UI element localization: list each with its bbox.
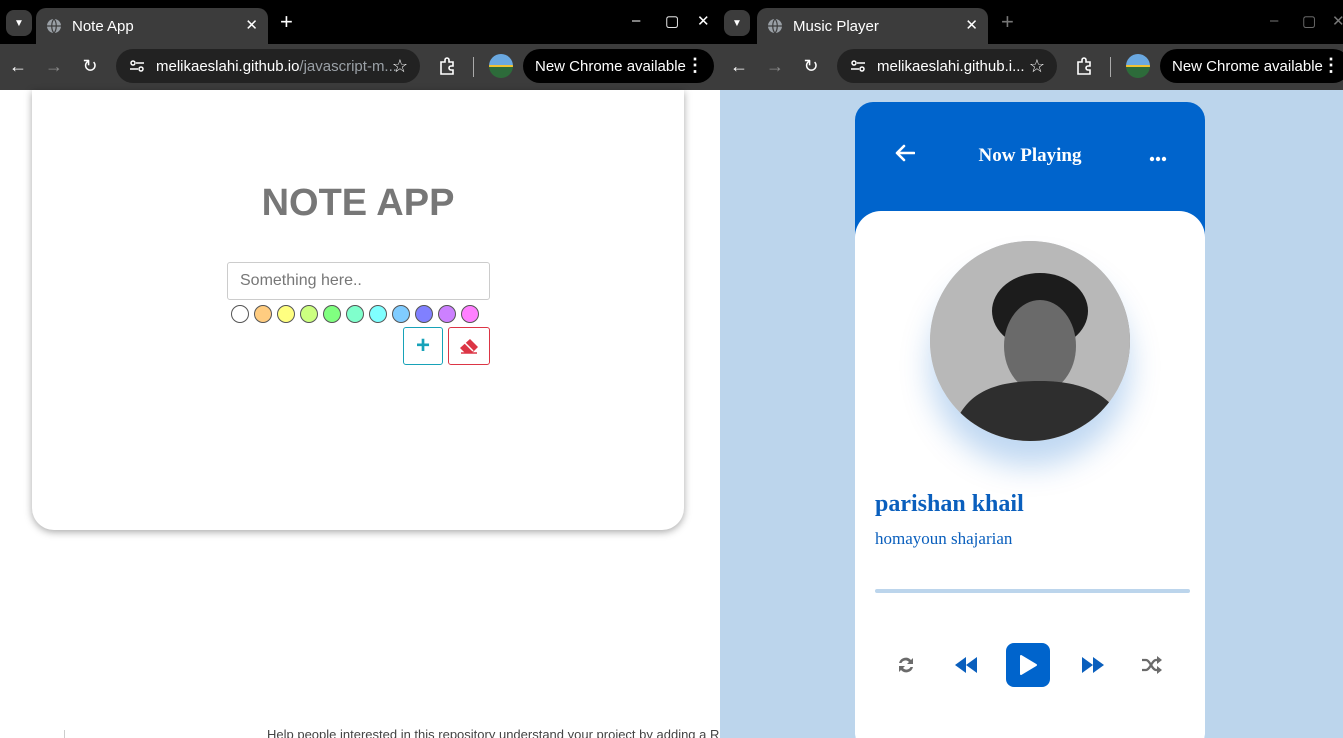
color-swatch-9[interactable] <box>438 305 456 323</box>
background-page-text: Help people interested in this repositor… <box>267 727 720 738</box>
maximize-icon[interactable]: ▢ <box>665 12 679 30</box>
music-player-card: Now Playing parishan khail homayoun shaj… <box>855 102 1205 738</box>
profile-avatar[interactable] <box>1126 54 1150 78</box>
color-swatches <box>231 305 479 323</box>
globe-icon <box>768 18 782 34</box>
maximize-icon[interactable]: ▢ <box>1302 12 1316 30</box>
tab-search-chevron-icon[interactable]: ▼ <box>6 10 32 36</box>
more-menu-icon[interactable]: ⋮ <box>1322 55 1340 76</box>
back-arrow-icon[interactable]: ← <box>728 55 750 77</box>
forward-arrow-icon[interactable]: → <box>43 55 65 77</box>
update-label: New Chrome available <box>1172 57 1323 75</box>
color-swatch-5[interactable] <box>346 305 364 323</box>
tab-title: Music Player <box>793 17 879 35</box>
color-swatch-7[interactable] <box>392 305 410 323</box>
bookmark-star-icon[interactable]: ☆ <box>1029 56 1045 77</box>
more-menu-icon[interactable]: ⋮ <box>686 55 704 76</box>
browser-toolbar: ← → ↻ melikaeslahi.github.i... ☆ New Chr… <box>720 44 1343 90</box>
reload-icon[interactable]: ↻ <box>79 55 101 77</box>
color-swatch-2[interactable] <box>277 305 295 323</box>
note-input[interactable] <box>227 262 490 300</box>
extensions-puzzle-icon[interactable] <box>437 56 457 76</box>
close-window-icon[interactable]: ✕ <box>697 12 710 30</box>
fast-forward-icon[interactable] <box>1071 643 1115 687</box>
page-divider <box>64 730 65 738</box>
play-icon <box>1020 655 1037 675</box>
color-swatch-4[interactable] <box>323 305 341 323</box>
song-artist: homayoun shajarian <box>875 529 1013 548</box>
music-player-window: ▼ Music Player ✕ + – ▢ ✕ ← → ↻ melikaesl… <box>720 0 1343 738</box>
rewind-icon[interactable] <box>944 643 988 687</box>
tab-strip: ▼ Music Player ✕ + – ▢ ✕ <box>720 0 1343 44</box>
color-swatch-10[interactable] <box>461 305 479 323</box>
update-label: New Chrome available <box>535 57 686 75</box>
repeat-icon[interactable] <box>884 643 928 687</box>
shuffle-icon[interactable] <box>1130 643 1174 687</box>
note-card: NOTE APP + <box>32 90 684 530</box>
eraser-icon <box>460 339 478 354</box>
color-swatch-0[interactable] <box>231 305 249 323</box>
album-art <box>930 241 1130 441</box>
tab-music-player[interactable]: Music Player ✕ <box>757 8 988 44</box>
tab-title: Note App <box>72 17 134 35</box>
color-swatch-8[interactable] <box>415 305 433 323</box>
toolbar-divider <box>1110 57 1111 77</box>
minimize-icon[interactable]: – <box>632 12 640 29</box>
globe-icon <box>47 18 61 34</box>
progress-bar[interactable] <box>875 589 1190 593</box>
toolbar-divider <box>473 57 474 77</box>
profile-avatar[interactable] <box>489 54 513 78</box>
new-chrome-available-button[interactable]: New Chrome available ⋮ <box>523 49 714 83</box>
minimize-icon[interactable]: – <box>1270 12 1278 29</box>
player-body: parishan khail homayoun shajarian <box>855 211 1205 738</box>
clear-button[interactable] <box>448 327 490 365</box>
tab-search-chevron-icon[interactable]: ▼ <box>724 10 750 36</box>
back-arrow-icon[interactable]: ← <box>7 55 29 77</box>
site-settings-icon <box>851 60 865 72</box>
artist-photo-icon <box>930 241 1130 441</box>
tab-close-icon[interactable]: ✕ <box>245 16 258 34</box>
reload-icon[interactable]: ↻ <box>800 55 822 77</box>
url-host: melikaeslahi.github.i... <box>877 57 1025 75</box>
address-bar[interactable]: melikaeslahi.github.i... ☆ <box>837 49 1057 83</box>
song-title: parishan khail <box>875 491 1024 517</box>
new-tab-button[interactable]: + <box>1001 10 1014 34</box>
tab-close-icon[interactable]: ✕ <box>965 16 978 34</box>
page-title: NOTE APP <box>261 182 455 224</box>
more-options-icon[interactable] <box>1149 142 1167 168</box>
tab-strip: ▼ Note App ✕ + – ▢ ✕ <box>0 0 720 44</box>
new-tab-button[interactable]: + <box>280 10 293 34</box>
color-swatch-6[interactable] <box>369 305 387 323</box>
color-swatch-1[interactable] <box>254 305 272 323</box>
add-note-button[interactable]: + <box>403 327 443 365</box>
close-window-icon[interactable]: ✕ <box>1332 12 1343 30</box>
forward-arrow-icon[interactable]: → <box>764 55 786 77</box>
color-swatch-3[interactable] <box>300 305 318 323</box>
extensions-puzzle-icon[interactable] <box>1074 56 1094 76</box>
browser-toolbar: ← → ↻ melikaeslahi.github.io/javascript-… <box>0 44 720 90</box>
page-viewport: NOTE APP + Help people interested in thi… <box>0 90 720 738</box>
address-bar[interactable]: melikaeslahi.github.io/javascript-m... ☆ <box>116 49 420 83</box>
site-settings-icon <box>130 60 144 72</box>
new-chrome-available-button[interactable]: New Chrome available ⋮ <box>1160 49 1343 83</box>
url-path: /javascript-m... <box>299 57 397 75</box>
play-button[interactable] <box>1006 643 1050 687</box>
url-host: melikaeslahi.github.io <box>156 57 300 75</box>
note-app-window: ▼ Note App ✕ + – ▢ ✕ ← → ↻ melikaeslahi.… <box>0 0 720 738</box>
page-viewport: Now Playing parishan khail homayoun shaj… <box>720 90 1343 738</box>
tab-note-app[interactable]: Note App ✕ <box>36 8 268 44</box>
bookmark-star-icon[interactable]: ☆ <box>392 56 408 77</box>
